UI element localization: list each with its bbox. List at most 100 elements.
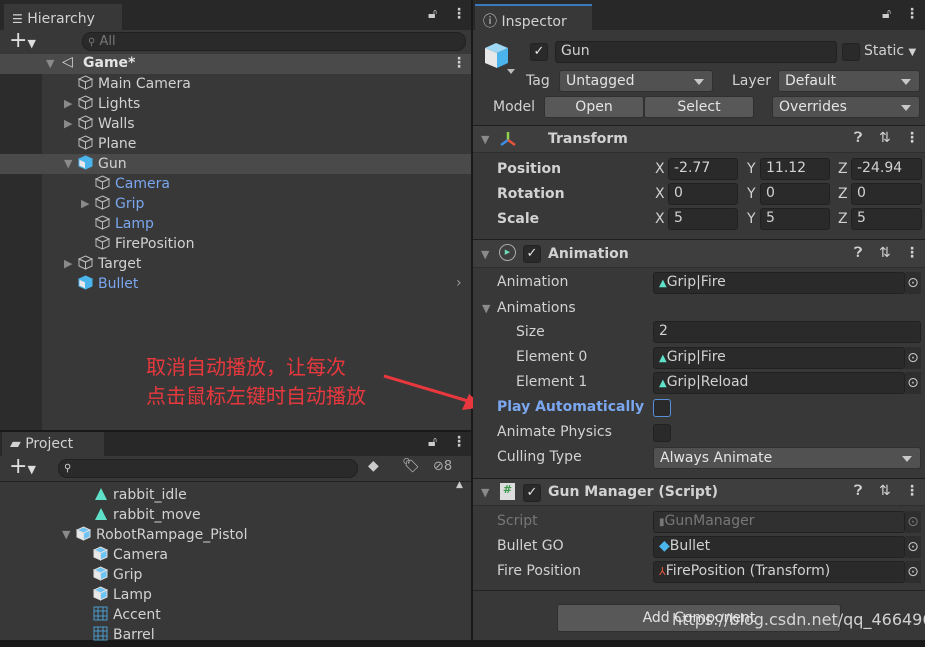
z-axis-label[interactable]: Z [838, 186, 848, 202]
project-search-input[interactable]: ⚲ [58, 459, 358, 478]
collapse-arrow-icon[interactable]: ▼ [482, 302, 490, 315]
layer-dropdown[interactable]: Default [778, 70, 920, 92]
fire-position-field[interactable]: ⅄FirePosition (Transform) [653, 561, 905, 583]
hierarchy-item[interactable]: Camera [0, 174, 471, 194]
object-name-field[interactable]: Gun [555, 41, 837, 63]
collapse-arrow-icon[interactable]: ▼ [481, 133, 489, 146]
static-checkbox[interactable] [842, 43, 860, 61]
x-axis-label[interactable]: X [655, 211, 665, 227]
expand-arrow-icon[interactable]: ▶ [81, 194, 89, 214]
z-axis-label[interactable]: Z [838, 211, 848, 227]
help-icon[interactable]: ❓︎ [854, 130, 862, 146]
preset-icon[interactable]: ⇅ [879, 245, 891, 261]
add-button[interactable]: +▼ [9, 28, 36, 53]
scroll-up-icon[interactable]: ▲ [456, 480, 463, 490]
animation-clip-field[interactable]: ▲Grip|Fire [653, 272, 905, 294]
x-axis-label[interactable]: X [655, 186, 665, 202]
hidden-packages-button[interactable]: ⊘8 [433, 459, 452, 474]
component-menu-icon[interactable]: ⋮ [905, 483, 919, 499]
project-tab[interactable]: ▰ Project [2, 432, 104, 456]
scale-x-field[interactable]: 5 [668, 208, 738, 230]
filter-by-label-icon[interactable]: 🏷︎ [402, 458, 420, 474]
project-item[interactable]: Grip [0, 565, 455, 585]
tag-dropdown[interactable]: Untagged [559, 70, 713, 92]
select-button[interactable]: Select [644, 96, 754, 118]
hierarchy-item[interactable]: FirePosition [0, 234, 471, 254]
project-item[interactable]: Barrel [0, 625, 455, 645]
object-picker-icon[interactable]: ⊙ [905, 272, 921, 294]
open-button[interactable]: Open [544, 96, 644, 118]
scene-menu-icon[interactable]: ⋮ [452, 55, 466, 71]
object-picker-icon[interactable]: ⊙ [905, 561, 921, 583]
project-item[interactable]: rabbit_move [0, 505, 455, 525]
collapse-arrow-icon[interactable]: ▼ [481, 248, 489, 261]
position-y-field[interactable]: 11.12 [760, 158, 830, 180]
project-item[interactable]: ▼ RobotRampage_Pistol [0, 525, 455, 545]
hierarchy-item[interactable]: ▶ Grip [0, 194, 471, 214]
expand-arrow-icon[interactable]: ▶ [64, 114, 72, 134]
hierarchy-item[interactable]: Main Camera [0, 74, 471, 94]
lock-icon[interactable]: 🔓︎ [882, 6, 891, 22]
hierarchy-item[interactable]: ▼ Gun [0, 154, 471, 174]
overrides-dropdown[interactable]: Overrides [772, 96, 920, 118]
preset-icon[interactable]: ⇅ [879, 130, 891, 146]
preset-icon[interactable]: ⇅ [879, 483, 891, 499]
bullet-go-field[interactable]: ◆Bullet [653, 536, 905, 558]
hierarchy-search-input[interactable]: ⚲ All [82, 32, 466, 51]
more-icon[interactable]: ⋮ [905, 6, 919, 22]
more-icon[interactable]: ⋮ [452, 434, 466, 450]
component-menu-icon[interactable]: ⋮ [905, 245, 919, 261]
rotation-z-field[interactable]: 0 [851, 183, 922, 205]
add-button[interactable]: +▼ [9, 454, 36, 479]
hierarchy-item[interactable]: Lamp [0, 214, 471, 234]
help-icon[interactable]: ❓︎ [854, 483, 862, 499]
y-axis-label[interactable]: Y [747, 161, 756, 177]
expand-arrow-icon[interactable]: ▶ [64, 94, 72, 114]
position-z-field[interactable]: -24.94 [851, 158, 922, 180]
project-item[interactable]: rabbit_idle [0, 485, 455, 505]
collapse-arrow-icon[interactable]: ▼ [62, 525, 70, 545]
hierarchy-item[interactable]: ▶ Lights [0, 94, 471, 114]
hierarchy-item[interactable]: Bullet [0, 274, 471, 294]
static-dropdown[interactable]: Static ▼ [864, 43, 916, 59]
play-automatically-checkbox[interactable] [653, 399, 671, 417]
rotation-x-field[interactable]: 0 [668, 183, 738, 205]
size-field[interactable]: 2 [653, 321, 921, 343]
gun-manager-header[interactable]: ▼ # ✓ Gun Manager (Script) ❓︎ ⇅ ⋮ [473, 478, 925, 506]
hierarchy-item[interactable]: ▶ Walls [0, 114, 471, 134]
hierarchy-item[interactable]: ▶ Target [0, 254, 471, 274]
position-x-field[interactable]: -2.77 [668, 158, 738, 180]
animate-physics-checkbox[interactable] [653, 424, 671, 442]
chevron-right-icon[interactable]: › [456, 275, 462, 291]
expand-arrow-icon[interactable]: ▶ [64, 254, 72, 274]
gun-manager-enabled-checkbox[interactable]: ✓ [523, 484, 541, 502]
collapse-arrow-icon[interactable]: ▼ [46, 57, 54, 70]
component-menu-icon[interactable]: ⋮ [905, 130, 919, 146]
filter-by-type-icon[interactable]: ◆ [368, 458, 379, 474]
animation-header[interactable]: ▼ ▶ ✓ Animation ❓︎ ⇅ ⋮ [473, 239, 925, 268]
scale-z-field[interactable]: 5 [851, 208, 922, 230]
scene-header[interactable]: ▼ ◁ Game* ⋮ [0, 54, 471, 74]
object-picker-icon[interactable]: ⊙ [905, 347, 921, 369]
lock-icon[interactable]: 🔓︎ [428, 434, 437, 450]
element-1-field[interactable]: ▲Grip|Reload [653, 372, 905, 394]
transform-header[interactable]: ▼ Transform ❓︎ ⇅ ⋮ [473, 125, 925, 153]
project-item[interactable]: Accent [0, 605, 455, 625]
y-axis-label[interactable]: Y [747, 211, 756, 227]
animation-enabled-checkbox[interactable]: ✓ [523, 245, 541, 263]
prefab-icon[interactable] [482, 40, 516, 76]
active-checkbox[interactable]: ✓ [530, 43, 548, 61]
hierarchy-item[interactable]: Plane [0, 134, 471, 154]
rotation-y-field[interactable]: 0 [760, 183, 830, 205]
scale-y-field[interactable]: 5 [760, 208, 830, 230]
collapse-arrow-icon[interactable]: ▼ [481, 486, 489, 499]
x-axis-label[interactable]: X [655, 161, 665, 177]
element-0-field[interactable]: ▲Grip|Fire [653, 347, 905, 369]
help-icon[interactable]: ❓︎ [854, 245, 862, 261]
culling-type-dropdown[interactable]: Always Animate [653, 447, 921, 469]
project-item[interactable]: Camera [0, 545, 455, 565]
object-picker-icon[interactable]: ⊙ [905, 372, 921, 394]
object-picker-icon[interactable]: ⊙ [905, 536, 921, 558]
more-icon[interactable]: ⋮ [452, 6, 466, 22]
collapse-arrow-icon[interactable]: ▼ [64, 154, 72, 174]
